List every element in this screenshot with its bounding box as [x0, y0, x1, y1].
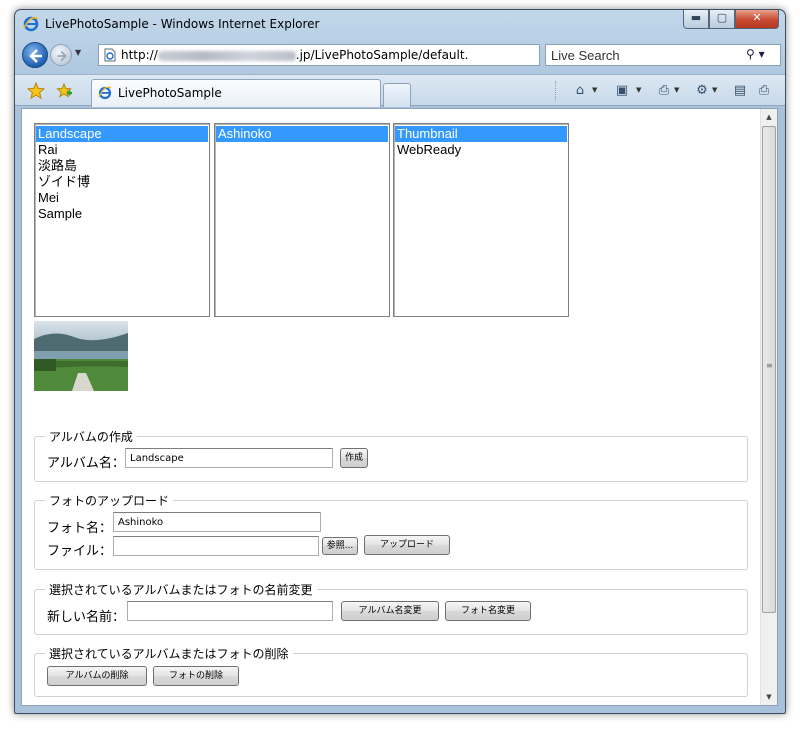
photo-name-label: フォト名：	[47, 521, 113, 536]
back-arrow-icon	[29, 49, 42, 63]
page-content: Landscape Rai 淡路島 ゾイド博 Mei Sample Ashinoko Th…	[21, 108, 778, 706]
album-option[interactable]: ゾイド博	[36, 174, 208, 190]
create-album-button[interactable]: 作成	[340, 448, 368, 468]
create-album-group: アルバムの作成 アルバム名： 作成	[34, 428, 748, 482]
add-favorites-icon[interactable]	[55, 82, 73, 100]
command-bar: ⌂ ▼ ▣ ▼ ⎙ ▼ ⚙ ▼ ▤ ⎙	[555, 81, 781, 101]
delete-legend: 選択されているアルバムまたはフォトの削除	[45, 645, 293, 662]
album-option[interactable]: Landscape	[36, 126, 208, 142]
new-name-field[interactable]	[127, 601, 333, 621]
album-option[interactable]: Mei	[36, 190, 208, 206]
album-option[interactable]: Rai	[36, 142, 208, 158]
delete-group: 選択されているアルバムまたはフォトの削除 アルバムの削除 フォトの削除	[34, 645, 748, 697]
delete-photo-button[interactable]: フォトの削除	[153, 666, 239, 686]
tools-dropdown-icon[interactable]: ▼	[712, 86, 717, 94]
album-option[interactable]: Sample	[36, 206, 208, 222]
print-icon[interactable]: ⎙	[656, 83, 672, 99]
tab-livephotosample[interactable]: LivePhotoSample	[91, 79, 381, 107]
rename-legend: 選択されているアルバムまたはフォトの名前変更	[45, 581, 317, 598]
ie-page-icon	[98, 86, 112, 100]
maximize-button[interactable]: ▢	[709, 10, 735, 29]
photo-option[interactable]: Ashinoko	[216, 126, 388, 142]
address-bar[interactable]: http://.jp/LivePhotoSample/default. ▼ ↻ …	[98, 44, 612, 66]
size-listbox[interactable]: Thumbnail WebReady	[393, 123, 569, 317]
browse-button[interactable]: 参照...	[322, 537, 358, 555]
close-window-button[interactable]: ✕	[735, 10, 779, 29]
tab-bar: LivePhotoSample ⌂ ▼ ▣ ▼ ⎙ ▼ ⚙ ▼ ▤ ⎙	[15, 74, 785, 107]
forward-arrow-icon	[57, 50, 68, 62]
size-option[interactable]: WebReady	[395, 142, 567, 158]
window-title: LivePhotoSample - Windows Internet Explo…	[45, 17, 320, 31]
title-bar: LivePhotoSample - Windows Internet Explo…	[15, 10, 785, 36]
album-name-label: アルバム名：	[47, 456, 125, 471]
album-listbox[interactable]: Landscape Rai 淡路島 ゾイド博 Mei Sample	[34, 123, 210, 317]
home-icon[interactable]: ⌂	[572, 83, 588, 99]
search-input[interactable]	[551, 47, 741, 63]
size-option[interactable]: Thumbnail	[395, 126, 567, 142]
url-prefix: http://	[121, 48, 158, 62]
rename-album-button[interactable]: アルバム名変更	[341, 601, 439, 621]
rename-photo-button[interactable]: フォト名変更	[445, 601, 531, 621]
page-icon	[104, 48, 116, 62]
upload-photo-group: フォトのアップロード フォト名： ファイル： 参照... アップロード	[34, 492, 748, 570]
file-path-field[interactable]	[113, 536, 319, 556]
search-icon[interactable]: ⚲ ▾	[746, 47, 778, 63]
photo-listbox[interactable]: Ashinoko	[214, 123, 390, 317]
blog-icon[interactable]: ⎙	[756, 83, 772, 99]
scroll-grip-icon: ≡	[766, 361, 773, 370]
print-dropdown-icon[interactable]: ▼	[674, 86, 679, 94]
favorites-star-icon[interactable]	[27, 82, 45, 100]
home-dropdown-icon[interactable]: ▼	[592, 86, 597, 94]
forward-button[interactable]	[50, 44, 72, 66]
upload-photo-legend: フォトのアップロード	[45, 492, 174, 509]
create-album-legend: アルバムの作成	[45, 428, 137, 445]
tab-label: LivePhotoSample	[118, 86, 222, 100]
file-label: ファイル：	[47, 544, 113, 559]
new-name-label: 新しい名前：	[47, 610, 126, 625]
photo-thumbnail	[34, 321, 128, 391]
search-box[interactable]: ⚲ ▾	[545, 44, 781, 66]
album-name-field[interactable]	[125, 448, 333, 468]
delete-album-button[interactable]: アルバムの削除	[47, 666, 147, 686]
upload-button[interactable]: アップロード	[364, 535, 450, 555]
feeds-dropdown-icon[interactable]: ▼	[636, 86, 641, 94]
scroll-up-arrow-icon[interactable]: ▲	[761, 109, 777, 125]
tools-gear-icon[interactable]: ⚙	[694, 83, 710, 99]
research-icon[interactable]: ▤	[732, 83, 748, 99]
vertical-scrollbar[interactable]: ▲ ≡ ▼	[760, 109, 777, 705]
address-url[interactable]: http:// .jp/LivePhotoSample/default.	[121, 48, 468, 62]
back-button[interactable]	[22, 42, 48, 68]
minimize-button[interactable]: ▬	[683, 10, 709, 29]
navigation-bar: ▼ http://.jp/LivePhotoSample/default. ▼ …	[15, 40, 785, 70]
browser-window: LivePhotoSample - Windows Internet Explo…	[14, 9, 786, 714]
scroll-down-arrow-icon[interactable]: ▼	[761, 689, 777, 705]
scroll-thumb[interactable]: ≡	[762, 126, 776, 613]
photo-name-field[interactable]	[113, 512, 321, 532]
new-tab-button[interactable]	[383, 83, 411, 107]
ie-logo-icon	[23, 16, 39, 32]
blurred-host	[157, 50, 296, 61]
album-option[interactable]: 淡路島	[36, 158, 208, 174]
feeds-icon[interactable]: ▣	[614, 83, 630, 99]
url-suffix: .jp/LivePhotoSample/default.	[295, 48, 469, 62]
rename-group: 選択されているアルバムまたはフォトの名前変更 新しい名前： アルバム名変更 フォ…	[34, 581, 748, 635]
recent-pages-dropdown-icon[interactable]: ▼	[75, 48, 81, 57]
